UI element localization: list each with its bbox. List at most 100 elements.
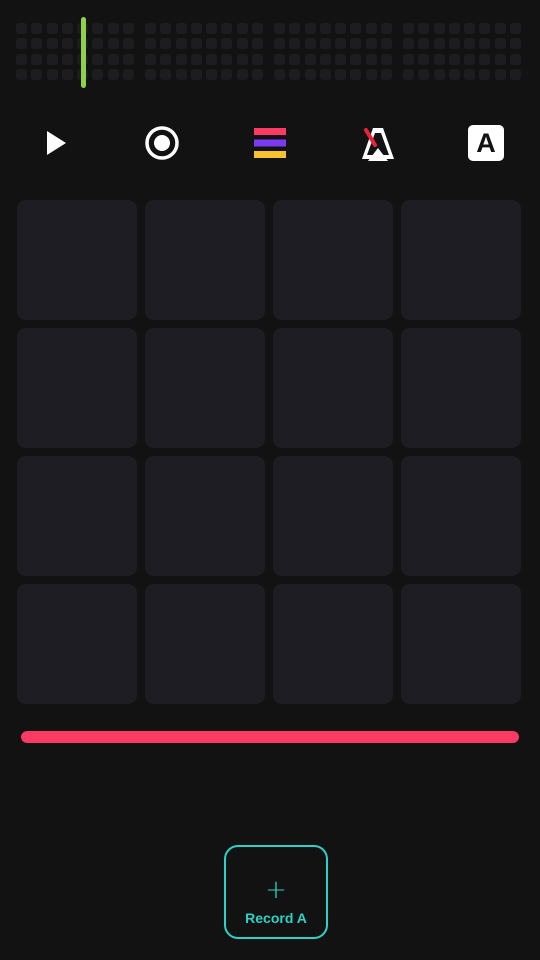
sequencer-step[interactable]	[236, 68, 248, 80]
sequencer-step[interactable]	[448, 53, 460, 65]
sample-pad-1[interactable]	[17, 200, 137, 320]
sequencer-step[interactable]	[510, 38, 522, 50]
sequencer-step[interactable]	[381, 38, 393, 50]
record-sample-button[interactable]: + Record A	[224, 845, 328, 939]
sequencer-step[interactable]	[16, 68, 27, 80]
sample-pad-2[interactable]	[145, 200, 265, 320]
sequencer-step[interactable]	[252, 23, 264, 34]
sequencer-step[interactable]	[236, 38, 248, 50]
sequencer-step[interactable]	[221, 68, 233, 80]
sequencer-step[interactable]	[304, 23, 316, 34]
sequencer-step[interactable]	[494, 53, 506, 65]
sequencer-step[interactable]	[448, 38, 460, 50]
sequencer-step[interactable]	[160, 68, 172, 80]
sequencer-step[interactable]	[145, 23, 156, 34]
sequencer-step[interactable]	[123, 53, 135, 65]
sequencer-step[interactable]	[46, 53, 58, 65]
sequencer-step[interactable]	[289, 23, 301, 34]
metronome-button[interactable]	[357, 122, 399, 164]
sequencer-step[interactable]	[31, 68, 43, 80]
sequencer-step[interactable]	[335, 38, 347, 50]
sequencer-step[interactable]	[160, 53, 172, 65]
sequencer-step[interactable]	[175, 23, 187, 34]
level-bar[interactable]	[21, 731, 519, 743]
sequencer-step[interactable]	[433, 68, 445, 80]
sequencer-step[interactable]	[107, 38, 119, 50]
sequencer-step[interactable]	[479, 38, 491, 50]
sequencer-step[interactable]	[464, 38, 476, 50]
sequencer-step[interactable]	[92, 23, 104, 34]
sample-pad-10[interactable]	[145, 456, 265, 576]
sequencer-step[interactable]	[448, 23, 460, 34]
sequencer-step[interactable]	[190, 68, 202, 80]
sequencer-step[interactable]	[418, 38, 430, 50]
sequencer-step[interactable]	[236, 23, 248, 34]
sequencer-step[interactable]	[236, 53, 248, 65]
sequencer-step[interactable]	[107, 53, 119, 65]
sequencer-step[interactable]	[92, 68, 104, 80]
sequencer-step[interactable]	[123, 23, 135, 34]
sequencer-step[interactable]	[289, 68, 301, 80]
sequencer-step[interactable]	[319, 53, 331, 65]
sequencer-step[interactable]	[304, 38, 316, 50]
sequencer-step[interactable]	[61, 68, 73, 80]
sequencer-step[interactable]	[31, 23, 43, 34]
sequencer-step[interactable]	[350, 53, 362, 65]
sequencer-step[interactable]	[221, 53, 233, 65]
sequencer-step[interactable]	[418, 68, 430, 80]
sequencer-step[interactable]	[304, 53, 316, 65]
sequencer-step[interactable]	[433, 38, 445, 50]
sequencer-step[interactable]	[510, 23, 522, 34]
play-button[interactable]	[35, 122, 77, 164]
sequencer-step[interactable]	[107, 68, 119, 80]
sequencer-step[interactable]	[418, 53, 430, 65]
sequencer-step[interactable]	[335, 53, 347, 65]
sequencer-step[interactable]	[510, 68, 522, 80]
sample-pad-3[interactable]	[273, 200, 393, 320]
sequencer-step[interactable]	[319, 38, 331, 50]
sequencer-step[interactable]	[145, 68, 156, 80]
sequencer-step[interactable]	[335, 68, 347, 80]
sequencer-step[interactable]	[365, 53, 377, 65]
sequencer-step[interactable]	[274, 38, 285, 50]
sequencer-step[interactable]	[335, 23, 347, 34]
tempo-button[interactable]	[249, 122, 291, 164]
sequencer-step[interactable]	[61, 23, 73, 34]
sequencer-step[interactable]	[418, 23, 430, 34]
sequencer-step[interactable]	[160, 38, 172, 50]
sequencer-step[interactable]	[145, 53, 156, 65]
sequencer-step[interactable]	[123, 68, 135, 80]
sequencer-step[interactable]	[190, 38, 202, 50]
sequencer-step[interactable]	[61, 53, 73, 65]
sequencer-step[interactable]	[252, 68, 264, 80]
sequencer-step[interactable]	[175, 68, 187, 80]
sequencer-step[interactable]	[252, 38, 264, 50]
sequencer-step[interactable]	[31, 53, 43, 65]
sequencer-step[interactable]	[350, 68, 362, 80]
sequencer-step[interactable]	[464, 53, 476, 65]
sequencer-step[interactable]	[206, 38, 218, 50]
sequencer-step[interactable]	[510, 53, 522, 65]
sequencer-step[interactable]	[221, 38, 233, 50]
sequencer-step[interactable]	[494, 23, 506, 34]
sequencer-step[interactable]	[365, 23, 377, 34]
sequencer-step[interactable]	[464, 68, 476, 80]
sequencer-step[interactable]	[46, 38, 58, 50]
sequencer-step[interactable]	[381, 53, 393, 65]
sequencer-step[interactable]	[403, 53, 414, 65]
sequencer-step[interactable]	[123, 38, 135, 50]
sample-pad-13[interactable]	[17, 584, 137, 704]
sequencer-step[interactable]	[46, 23, 58, 34]
sequencer-step[interactable]	[479, 68, 491, 80]
sample-pad-8[interactable]	[401, 328, 521, 448]
sequencer-step[interactable]	[403, 23, 414, 34]
sequencer-step[interactable]	[160, 23, 172, 34]
sequencer-step[interactable]	[190, 23, 202, 34]
sample-pad-16[interactable]	[401, 584, 521, 704]
sequencer-step[interactable]	[448, 68, 460, 80]
sequencer-step[interactable]	[16, 38, 27, 50]
sample-pad-4[interactable]	[401, 200, 521, 320]
sequencer-step[interactable]	[433, 23, 445, 34]
sequencer-step[interactable]	[16, 23, 27, 34]
bank-selector-button[interactable]: A	[465, 122, 507, 164]
